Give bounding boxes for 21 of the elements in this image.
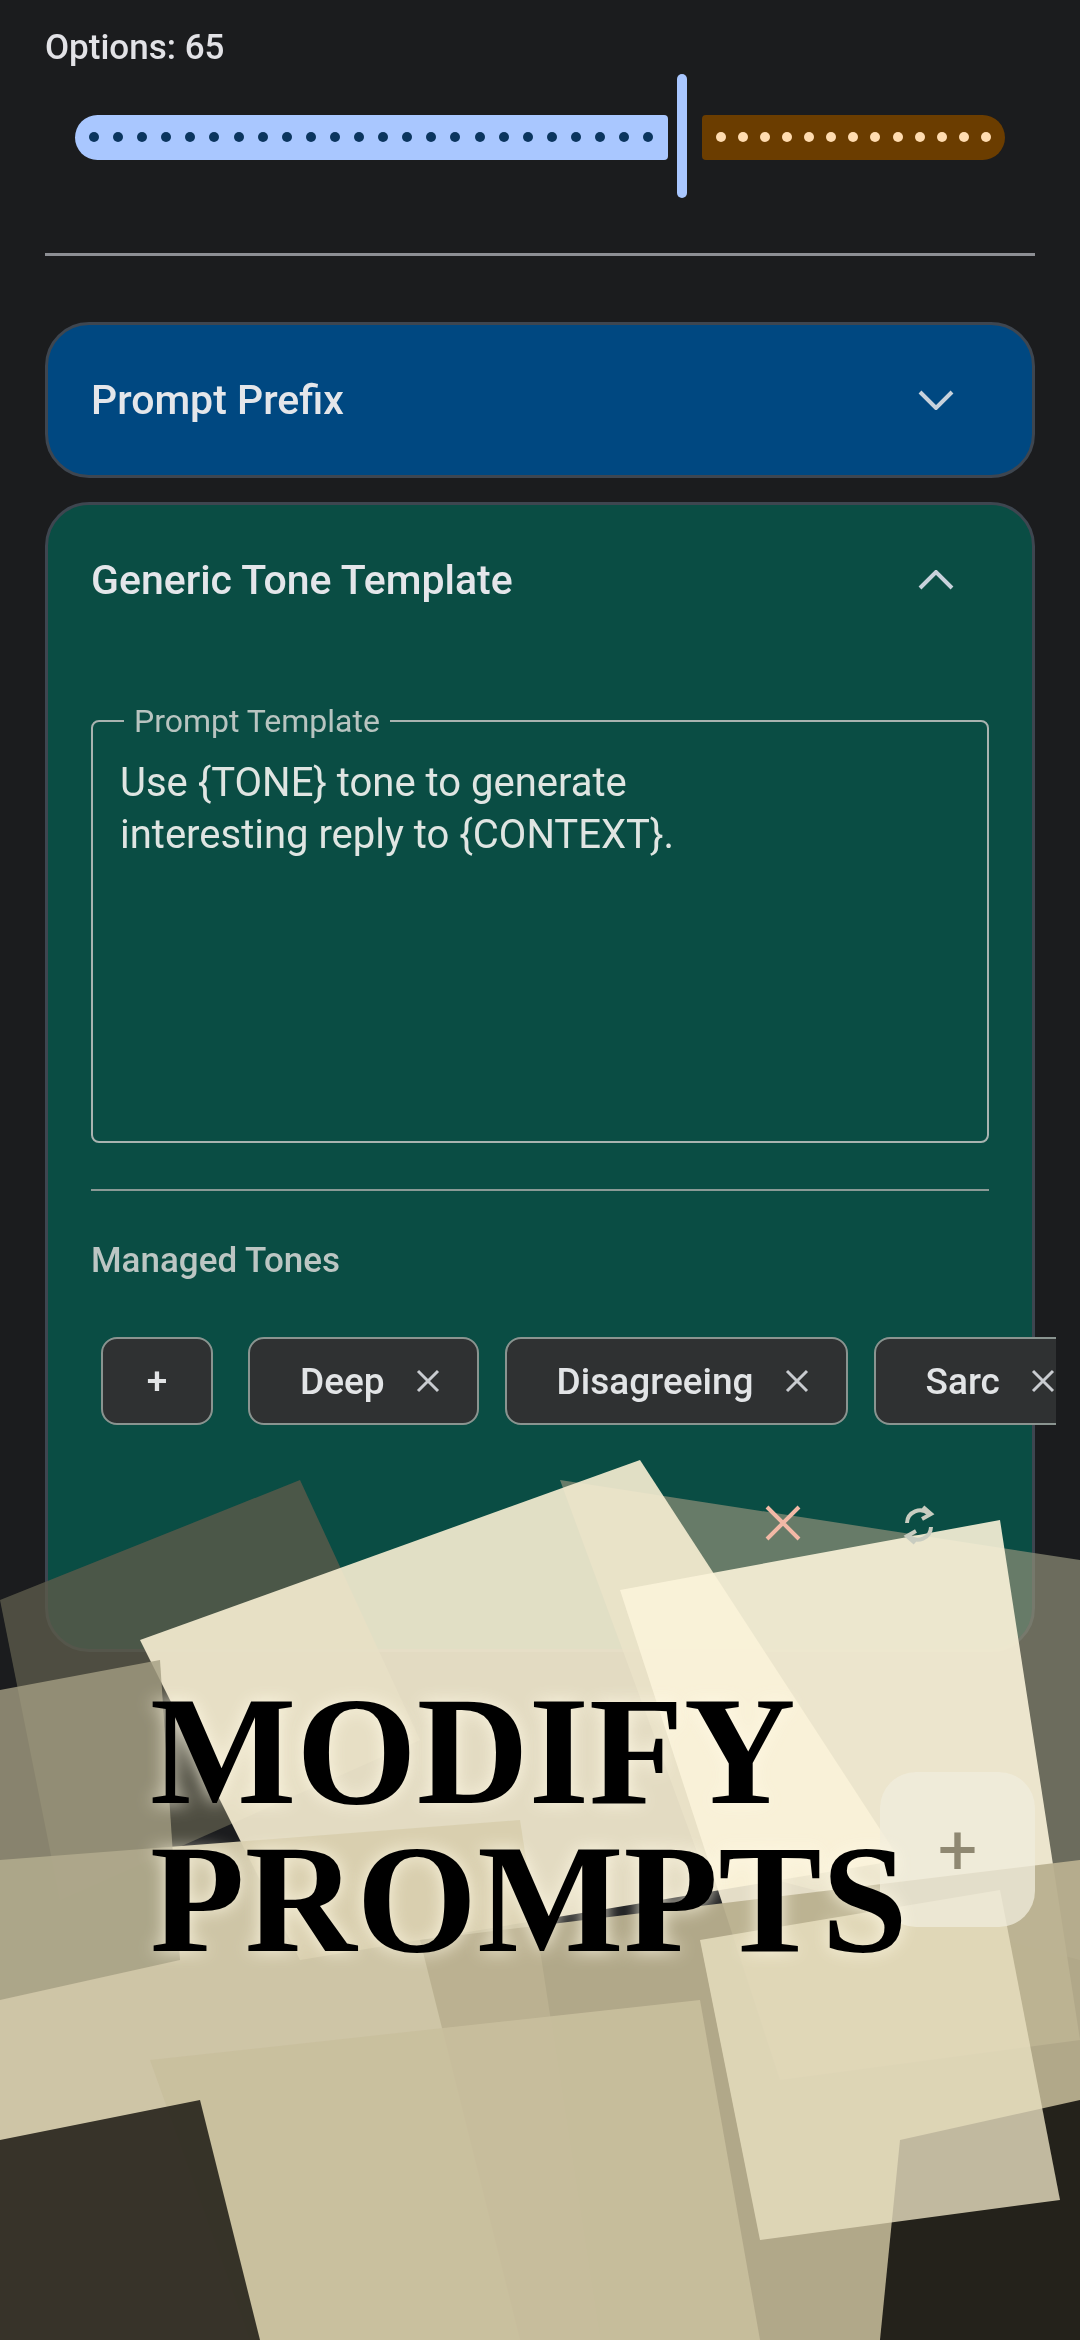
chevron-down-icon bbox=[918, 390, 954, 410]
add-tone-chip[interactable]: + bbox=[101, 1337, 213, 1425]
chip-label: Sarc bbox=[925, 1359, 1000, 1403]
options-slider[interactable] bbox=[75, 74, 1005, 200]
close-icon bbox=[414, 1368, 441, 1394]
chip-label: Deep bbox=[300, 1359, 385, 1403]
close-icon bbox=[1029, 1368, 1056, 1394]
tone-chip[interactable]: Deep bbox=[248, 1337, 479, 1425]
close-icon bbox=[763, 1503, 803, 1543]
tone-chip[interactable]: Disagreeing bbox=[504, 1337, 848, 1425]
section-title[interactable]: Generic Tone Template bbox=[91, 556, 513, 604]
options-label: Options: 65 bbox=[45, 28, 225, 68]
managed-tones-label: Managed Tones bbox=[91, 1241, 341, 1281]
field-label: Prompt Template bbox=[133, 703, 381, 739]
section-title[interactable]: Prompt Prefix bbox=[91, 376, 344, 424]
close-icon bbox=[783, 1368, 810, 1394]
field-value: Use {TONE} tone to generate interesting reply to {CONTEXT}. bbox=[120, 758, 675, 860]
chevron-up-icon bbox=[918, 570, 954, 590]
chip-label: Disagreeing bbox=[556, 1359, 754, 1403]
slider-thumb[interactable] bbox=[676, 74, 687, 198]
tone-chip[interactable]: Sarc bbox=[873, 1337, 1056, 1425]
